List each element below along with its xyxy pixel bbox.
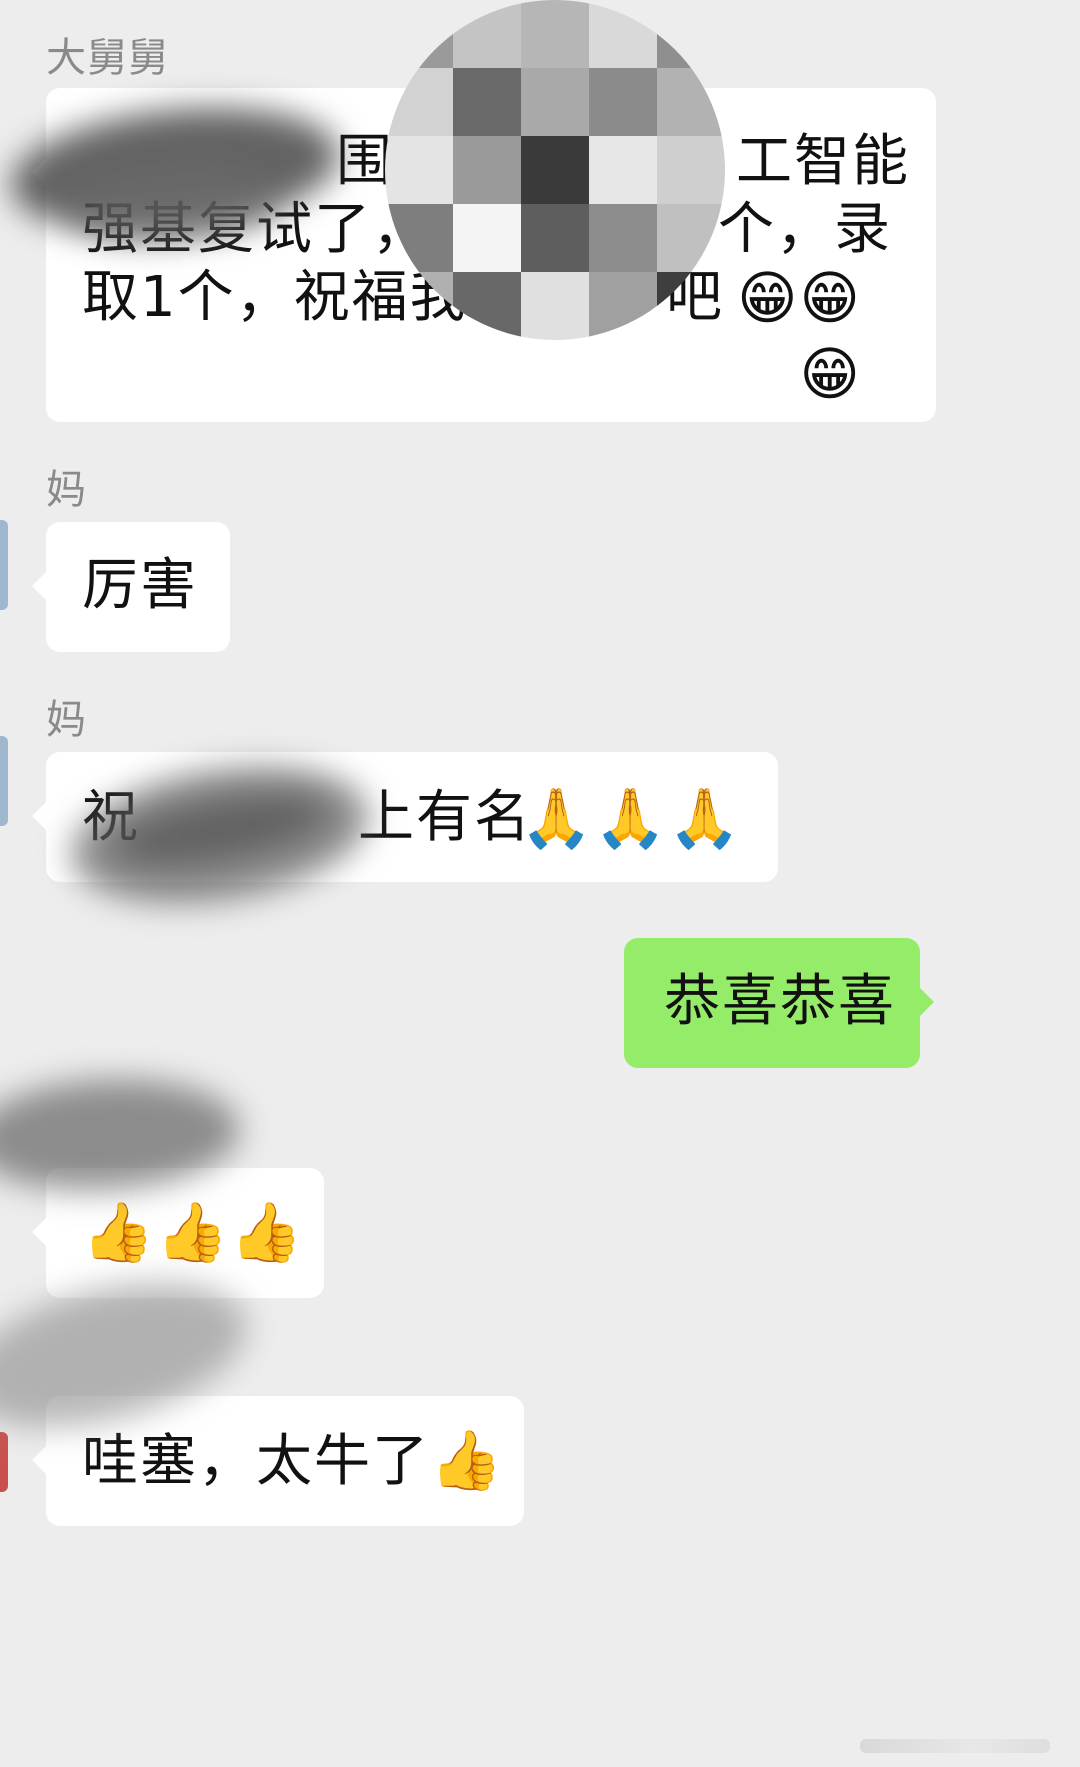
sender-name: 妈 bbox=[46, 467, 87, 513]
message-text-fragment: 强基复试了， bbox=[82, 197, 430, 262]
message-text-fragment: 个，录 bbox=[718, 197, 892, 262]
message-bubble[interactable]: 哇塞，太牛了👍 bbox=[32, 1396, 524, 1526]
sender-name: 妈 bbox=[46, 697, 87, 743]
message-text: 哇塞，太牛了 bbox=[82, 1429, 430, 1494]
watermark bbox=[860, 1739, 1050, 1753]
message-text-fragment: 工智能 bbox=[736, 129, 910, 194]
message-text: 厉害 bbox=[82, 553, 198, 618]
message-bubble[interactable]: 👍👍👍 bbox=[32, 1168, 324, 1298]
message-text: 恭喜恭喜 bbox=[664, 969, 896, 1034]
thumbs-up-emoji-icon: 👍👍👍 bbox=[82, 1198, 305, 1266]
avatar[interactable] bbox=[0, 736, 8, 826]
message-text-fragment: 取1个，祝福我 bbox=[82, 265, 468, 330]
message-text-fragment: 上有名 bbox=[358, 785, 532, 850]
chat-thread[interactable]: 大舅舅 围中 工智能 强基复试了， 个，录 取1个，祝福我 吧 😁😁😁 妈 厉害… bbox=[0, 0, 1080, 1767]
avatar[interactable] bbox=[0, 1432, 8, 1492]
grin-emoji-icon: 😁😁😁 bbox=[737, 264, 862, 408]
pray-emoji-icon: 🙏🙏🙏 bbox=[520, 784, 743, 852]
sender-name: 大舅舅 bbox=[46, 35, 169, 81]
message-text-fragment: 祝 bbox=[82, 785, 140, 850]
message-bubble[interactable]: 祝 上有名 🙏🙏🙏 bbox=[32, 752, 778, 882]
message-bubble-self[interactable]: 恭喜恭喜 bbox=[624, 938, 934, 1068]
thumbs-up-emoji-icon: 👍 bbox=[430, 1426, 505, 1494]
redaction-mosaic bbox=[385, 0, 725, 340]
message-bubble[interactable]: 厉害 bbox=[32, 522, 230, 652]
avatar[interactable] bbox=[0, 520, 8, 610]
